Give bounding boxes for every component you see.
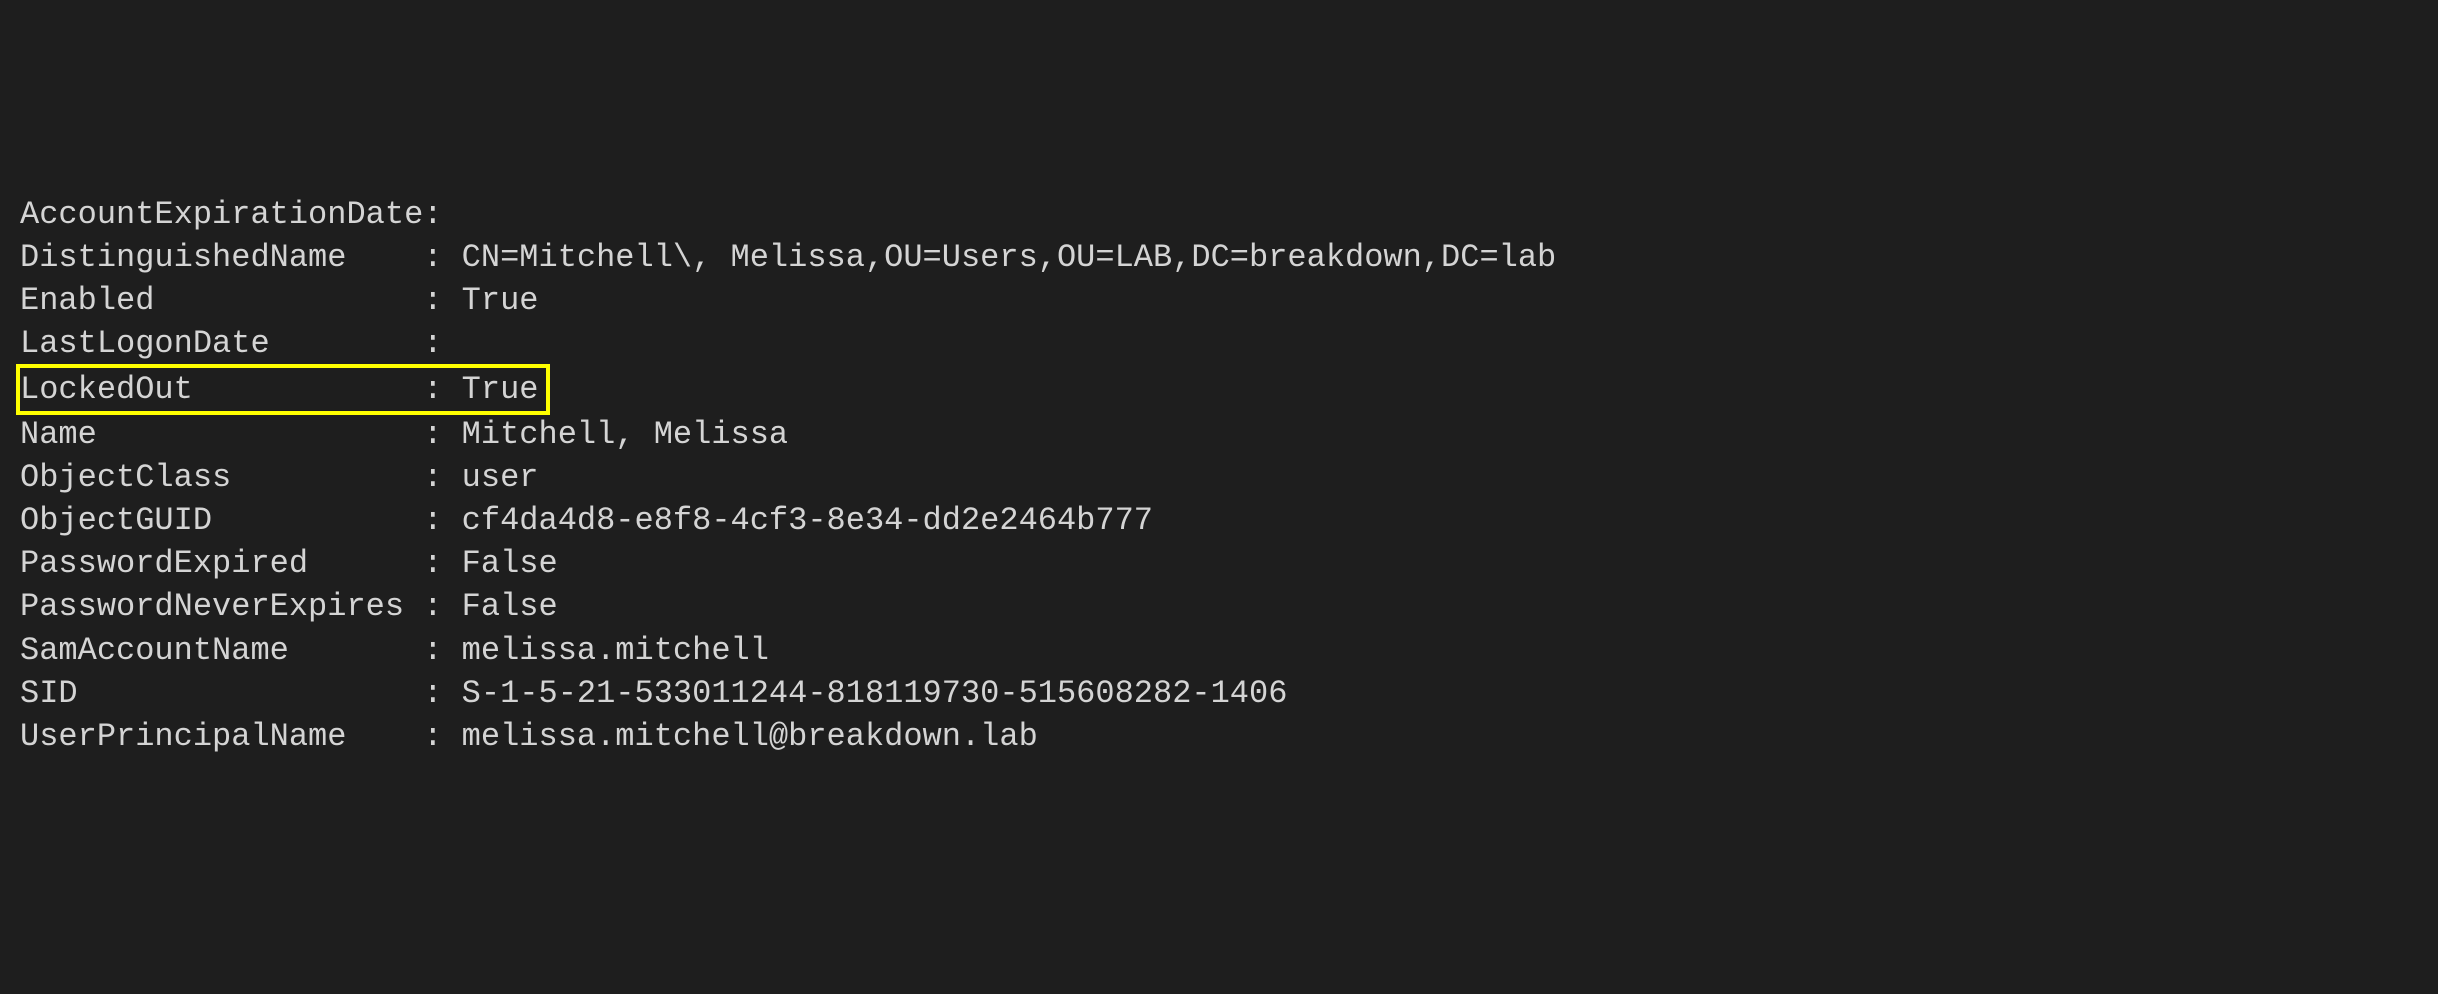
separator: :: [423, 193, 461, 236]
property-value: False: [462, 585, 558, 628]
separator: :: [423, 368, 461, 411]
separator: :: [423, 629, 461, 672]
property-row-passwordexpired: PasswordExpired: False: [20, 542, 2418, 585]
property-name: AccountExpirationDate: [20, 193, 423, 236]
terminal-output: AccountExpirationDate:DistinguishedName:…: [20, 193, 2418, 758]
property-name: PasswordExpired: [20, 542, 423, 585]
property-value: True: [462, 279, 539, 322]
property-name: UserPrincipalName: [20, 715, 423, 758]
separator: :: [423, 236, 461, 279]
property-name: SamAccountName: [20, 629, 423, 672]
property-name: ObjectClass: [20, 456, 423, 499]
separator: :: [423, 585, 461, 628]
property-value: melissa.mitchell@breakdown.lab: [462, 715, 1038, 758]
property-value: True: [462, 368, 539, 411]
property-value: Mitchell, Melissa: [462, 413, 788, 456]
property-name: Enabled: [20, 279, 423, 322]
separator: :: [423, 413, 461, 456]
separator: :: [423, 499, 461, 542]
property-value: melissa.mitchell: [462, 629, 769, 672]
property-value: CN=Mitchell\, Melissa,OU=Users,OU=LAB,DC…: [462, 236, 1557, 279]
separator: :: [423, 672, 461, 715]
property-name: PasswordNeverExpires: [20, 585, 423, 628]
property-value: S-1-5-21-533011244-818119730-515608282-1…: [462, 672, 1288, 715]
property-row-lastlogondate: LastLogonDate:: [20, 322, 2418, 365]
separator: :: [423, 456, 461, 499]
property-row-enabled: Enabled: True: [20, 279, 2418, 322]
property-name: SID: [20, 672, 423, 715]
property-name: ObjectGUID: [20, 499, 423, 542]
property-value: user: [462, 456, 539, 499]
property-name: Name: [20, 413, 423, 456]
property-row-lockedout: LockedOut: True: [16, 364, 550, 415]
property-row-sid: SID: S-1-5-21-533011244-818119730-515608…: [20, 672, 2418, 715]
separator: :: [423, 715, 461, 758]
property-row-accountexpirationdate: AccountExpirationDate:: [20, 193, 2418, 236]
separator: :: [423, 542, 461, 585]
property-value: False: [462, 542, 558, 585]
property-name: DistinguishedName: [20, 236, 423, 279]
property-row-objectclass: ObjectClass: user: [20, 456, 2418, 499]
property-name: LastLogonDate: [20, 322, 423, 365]
property-row-distinguishedname: DistinguishedName: CN=Mitchell\, Melissa…: [20, 236, 2418, 279]
separator: :: [423, 279, 461, 322]
property-row-name: Name: Mitchell, Melissa: [20, 413, 2418, 456]
property-value: cf4da4d8-e8f8-4cf3-8e34-dd2e2464b777: [462, 499, 1153, 542]
property-row-objectguid: ObjectGUID: cf4da4d8-e8f8-4cf3-8e34-dd2e…: [20, 499, 2418, 542]
property-name: LockedOut: [20, 368, 423, 411]
property-row-userprincipalname: UserPrincipalName: melissa.mitchell@brea…: [20, 715, 2418, 758]
property-row-samaccountname: SamAccountName: melissa.mitchell: [20, 629, 2418, 672]
property-row-passwordneverexpires: PasswordNeverExpires: False: [20, 585, 2418, 628]
separator: :: [423, 322, 461, 365]
